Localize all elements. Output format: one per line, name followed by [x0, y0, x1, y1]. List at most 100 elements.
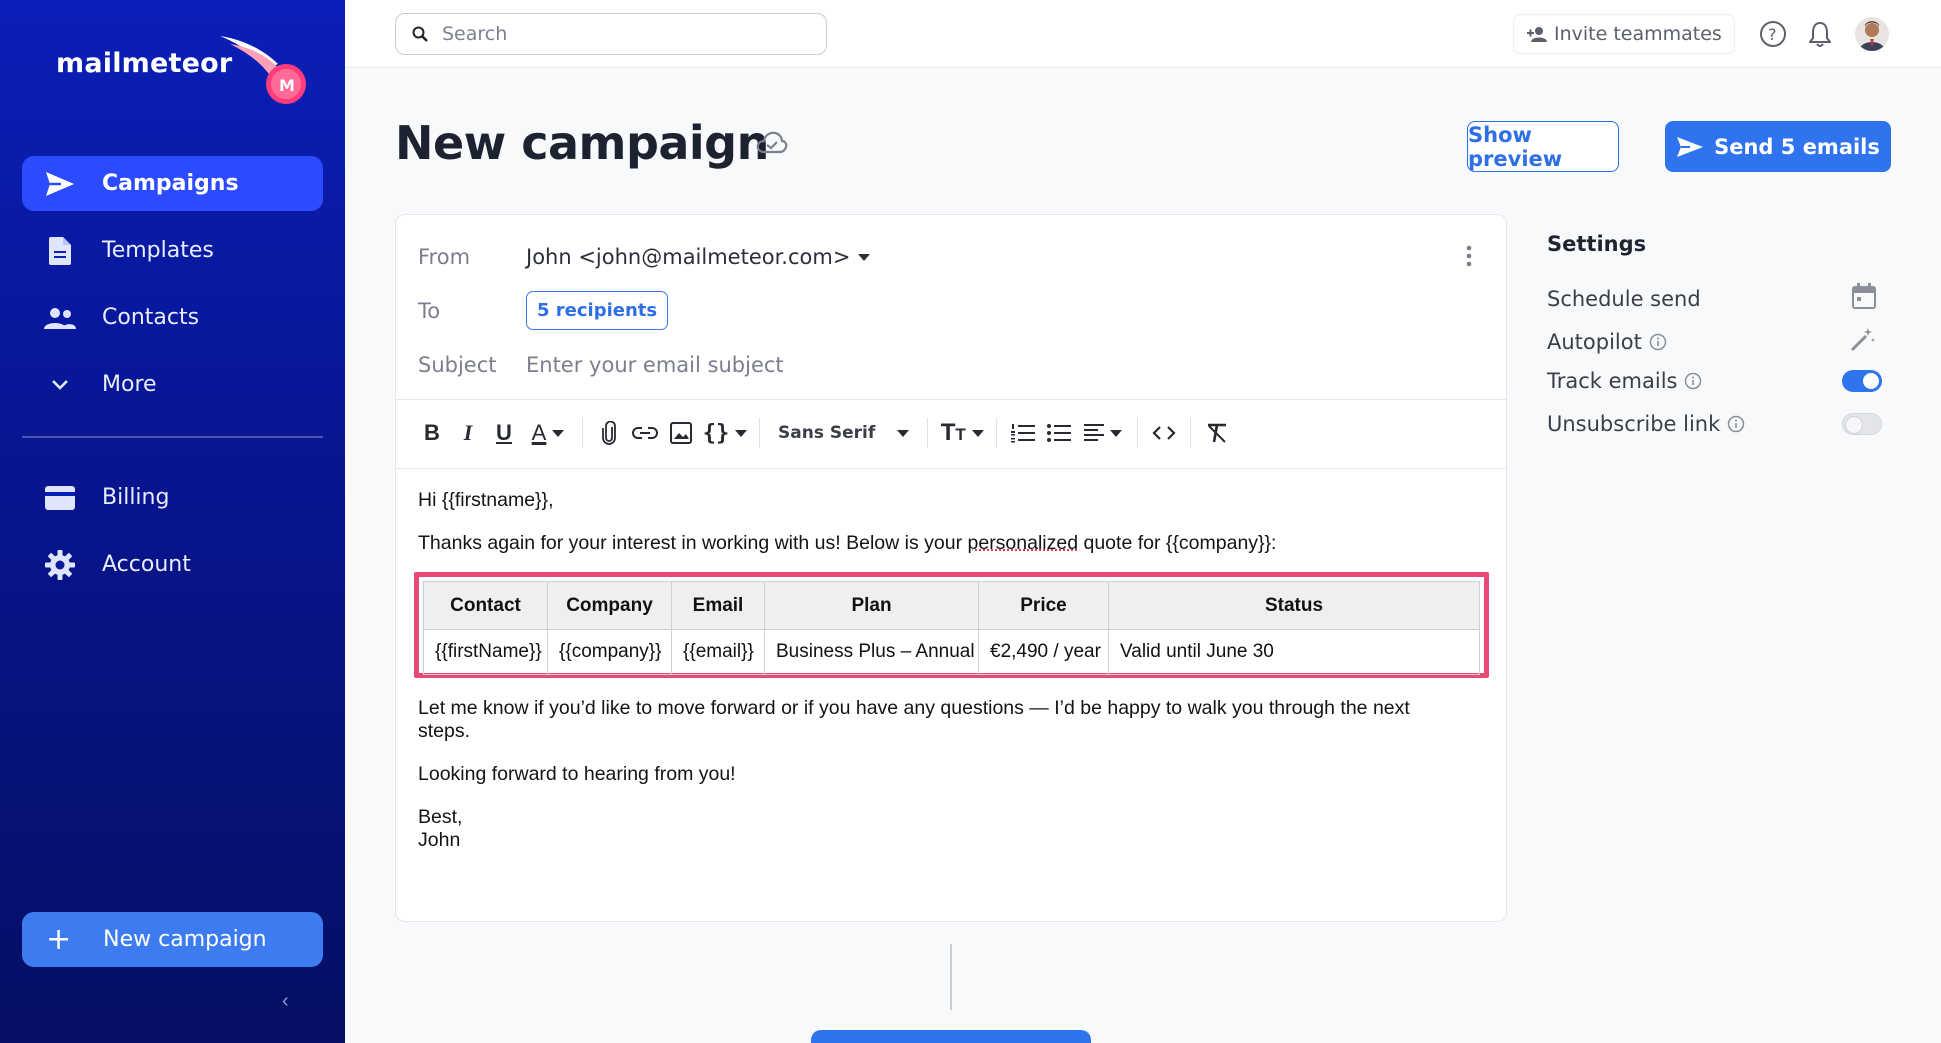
greeting: Hi {{firstname}}, — [418, 489, 1488, 512]
send-emails-button[interactable]: Send 5 emails — [1665, 121, 1891, 172]
topbar: Invite teammates ? — [345, 0, 1941, 68]
sidebar-item-more[interactable]: More — [22, 357, 323, 412]
from-label: From — [418, 245, 526, 269]
quote-table-highlight: Contact Company Email Plan Price Status … — [414, 572, 1489, 678]
toggle-knob — [1846, 417, 1862, 433]
track-emails-toggle[interactable] — [1842, 370, 1882, 392]
unsubscribe-link-label: Unsubscribe link — [1547, 412, 1720, 436]
help-icon[interactable]: ? — [1757, 18, 1789, 50]
table-cell: {{firstName}} — [424, 630, 548, 675]
toolbar-divider — [996, 418, 997, 448]
font-family-select[interactable]: Sans Serif — [768, 415, 919, 451]
divider — [396, 468, 1506, 469]
table-cell: Business Plus – Annual — [765, 630, 979, 675]
schedule-send-label: Schedule send — [1547, 287, 1701, 311]
collapse-sidebar-icon[interactable]: ‹ — [282, 990, 289, 1013]
magic-wand-icon[interactable] — [1850, 326, 1876, 357]
sidebar-item-account[interactable]: Account — [22, 537, 323, 592]
text-color-icon: A — [532, 420, 547, 446]
invite-teammates-button[interactable]: Invite teammates — [1513, 14, 1735, 54]
caret-down-icon — [972, 430, 984, 437]
variables-button[interactable]: {} — [699, 415, 751, 451]
underline-button[interactable]: U — [486, 415, 522, 451]
connector-line — [950, 944, 952, 1010]
info-icon[interactable] — [1684, 372, 1702, 390]
sidebar-item-label: Billing — [102, 485, 169, 510]
align-button[interactable] — [1077, 415, 1129, 451]
bell-icon[interactable] — [1804, 18, 1836, 50]
subject-row: Subject — [418, 353, 1426, 377]
table-cell: €2,490 / year — [979, 630, 1109, 675]
info-icon[interactable] — [1727, 415, 1745, 433]
text-size-icon: TT — [941, 419, 966, 447]
bullet-list-icon[interactable] — [1041, 415, 1077, 451]
clear-formatting-icon[interactable] — [1199, 415, 1235, 451]
caret-down-icon — [858, 254, 870, 261]
more-options-icon[interactable] — [1466, 245, 1472, 272]
send-icon — [42, 169, 78, 199]
document-icon — [42, 236, 78, 266]
caret-down-icon — [1110, 430, 1122, 437]
caret-down-icon — [897, 430, 909, 437]
recipients-chip[interactable]: 5 recipients — [526, 291, 668, 330]
logo[interactable]: mailmeteor M — [56, 48, 232, 79]
numbered-list-icon[interactable] — [1005, 415, 1041, 451]
gear-icon — [42, 550, 78, 580]
sidebar-item-label: Account — [102, 552, 191, 577]
autopilot-label: Autopilot — [1547, 330, 1642, 354]
unsubscribe-link-toggle[interactable] — [1842, 413, 1882, 435]
add-person-icon — [1526, 26, 1548, 42]
info-icon[interactable] — [1649, 333, 1667, 351]
send-label: Send 5 emails — [1714, 135, 1880, 159]
align-left-icon — [1084, 424, 1104, 442]
logo-text: mailmeteor — [56, 48, 232, 79]
calendar-icon[interactable] — [1852, 283, 1876, 314]
sidebar-item-label: Campaigns — [102, 171, 239, 196]
email-body[interactable]: Hi {{firstname}}, Thanks again for your … — [418, 489, 1488, 555]
table-header: Price — [979, 582, 1109, 630]
font-family-value: Sans Serif — [778, 423, 875, 443]
quote-table[interactable]: Contact Company Email Plan Price Status … — [423, 581, 1480, 675]
font-size-button[interactable]: TT — [936, 415, 988, 451]
closing-paragraph: Looking forward to hearing from you! — [418, 763, 1488, 786]
avatar[interactable] — [1855, 17, 1889, 51]
image-icon[interactable] — [663, 415, 699, 451]
from-select[interactable]: John <john@mailmeteor.com> — [526, 245, 870, 269]
bold-button[interactable]: B — [414, 415, 450, 451]
table-header: Plan — [765, 582, 979, 630]
autopilot-row[interactable]: Autopilot — [1547, 326, 1882, 357]
table-cell: Valid until June 30 — [1109, 630, 1480, 675]
subject-input[interactable] — [526, 353, 1426, 377]
sidebar-item-contacts[interactable]: Contacts — [22, 290, 323, 345]
search-input[interactable] — [442, 23, 802, 45]
add-step-button[interactable] — [811, 1030, 1091, 1043]
search-box[interactable] — [395, 13, 827, 55]
italic-button[interactable]: I — [450, 415, 486, 451]
sidebar-item-templates[interactable]: Templates — [22, 223, 323, 278]
schedule-send-row[interactable]: Schedule send — [1547, 283, 1882, 314]
code-icon[interactable] — [1146, 415, 1182, 451]
table-row: {{firstName}} {{company}} {{email}} Busi… — [424, 630, 1480, 675]
sidebar: mailmeteor M Campaigns Templates Contact… — [0, 0, 345, 1043]
from-value: John <john@mailmeteor.com> — [526, 245, 850, 269]
sidebar-item-billing[interactable]: Billing — [22, 470, 323, 525]
unsubscribe-link-row: Unsubscribe link — [1547, 412, 1882, 436]
toggle-knob — [1863, 373, 1879, 389]
link-icon[interactable] — [627, 415, 663, 451]
email-body-continued[interactable]: Let me know if you’d like to move forwar… — [418, 697, 1488, 872]
search-icon — [412, 26, 428, 42]
new-campaign-button[interactable]: + New campaign — [22, 912, 323, 967]
plus-icon: + — [46, 925, 71, 955]
show-preview-button[interactable]: Show preview — [1467, 121, 1619, 172]
from-row: From John <john@mailmeteor.com> — [418, 245, 870, 269]
table-cell: {{email}} — [672, 630, 765, 675]
sidebar-nav: Campaigns Templates Contacts More — [22, 156, 323, 412]
toolbar-divider — [759, 418, 760, 448]
email-composer: From John <john@mailmeteor.com> To 5 rec… — [395, 214, 1507, 922]
table-header: Contact — [424, 582, 548, 630]
subject-label: Subject — [418, 353, 526, 377]
chevron-down-icon — [42, 370, 78, 400]
attachment-icon[interactable] — [591, 415, 627, 451]
text-color-button[interactable]: A — [522, 415, 574, 451]
sidebar-item-campaigns[interactable]: Campaigns — [22, 156, 323, 211]
